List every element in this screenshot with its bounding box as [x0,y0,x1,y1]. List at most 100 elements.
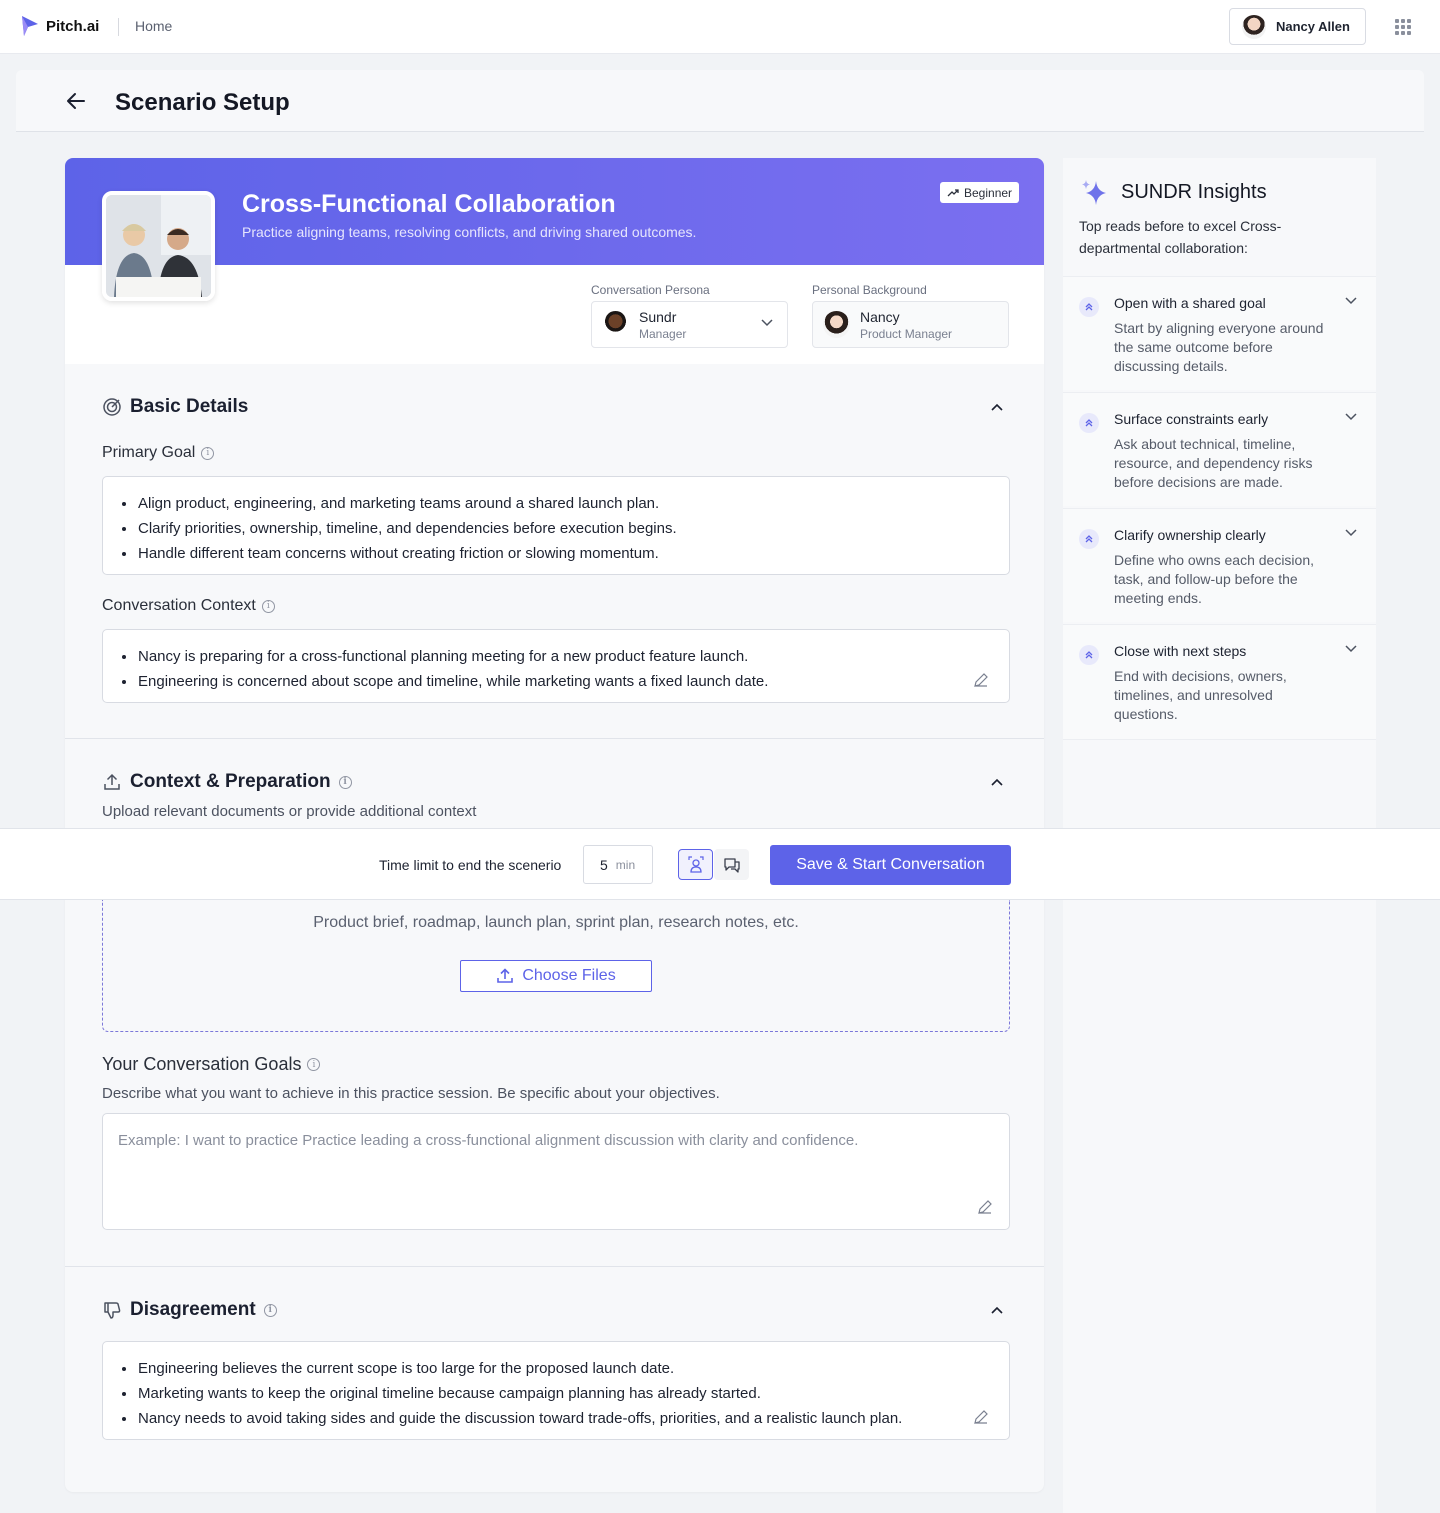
insights-subtitle: Top reads before to excel Cross-departme… [1079,218,1282,256]
chevron-down-icon[interactable] [1345,413,1357,421]
edit-pencil-icon[interactable] [973,672,989,688]
user-menu-button[interactable]: Nancy Allen [1229,8,1366,45]
chevron-down-icon[interactable] [1345,529,1357,537]
chevrons-up-icon [1079,529,1099,549]
list-item: Engineering is concerned about scope and… [121,669,991,694]
disagreement-title: Disagreement [130,1299,256,1320]
sparkle-icon [1082,180,1106,205]
list-item: Engineering believes the current scope i… [121,1356,991,1381]
upload-hint: Product brief, roadmap, launch plan, spr… [313,914,799,931]
conversation-goals-input[interactable]: Example: I want to practice Practice lea… [102,1113,1010,1230]
basic-details-title: Basic Details [130,396,249,417]
insight-item[interactable]: Close with next steps End with decisions… [1063,624,1376,740]
chevrons-up-icon [1079,645,1099,665]
info-icon[interactable]: i [307,1058,321,1071]
personal-background-field: Nancy Product Manager [812,301,1009,348]
save-start-button[interactable]: Save & Start Conversation [770,845,1011,885]
chat-bubble-icon [723,857,740,873]
top-nav: Pitch.ai Home Nancy Allen [0,0,1440,54]
action-bar: Time limit to end the scenerio 5 min Sav… [0,828,1440,900]
insight-item[interactable]: Clarify ownership clearly Define who own… [1063,508,1376,622]
chevron-down-icon[interactable] [1345,645,1357,653]
conversation-persona-select[interactable]: Sundr Manager [591,301,788,348]
chat-mode-button[interactable] [714,849,749,880]
insight-desc: End with decisions, owners, timelines, a… [1114,668,1287,722]
conversation-persona-label: Conversation Persona [591,283,710,297]
insight-desc: Ask about technical, timeline, resource,… [1114,436,1313,490]
goals-placeholder: Example: I want to practice Practice lea… [118,1132,859,1149]
upload-dropzone[interactable]: Product brief, roadmap, launch plan, spr… [102,900,1010,1032]
trending-up-icon [947,188,959,196]
choose-files-button[interactable]: Choose Files [460,960,652,992]
chevrons-up-icon [1079,413,1099,433]
primary-goal-label: Primary Goal i [102,444,215,462]
conversation-goals-label: Your Conversation Goals i [102,1054,321,1075]
insight-item[interactable]: Open with a shared goal Start by alignin… [1063,276,1376,390]
list-item: Align product, engineering, and marketin… [121,491,991,516]
personal-background-label: Personal Background [812,283,927,297]
list-item: Nancy is preparing for a cross-functiona… [121,644,991,669]
pitch-logo-icon [22,16,38,36]
context-prep-header[interactable]: Context & Preparation i [102,771,352,793]
level-label: Beginner [964,185,1013,200]
edit-pencil-icon[interactable] [973,1409,989,1425]
level-badge: Beginner [940,182,1020,203]
user-avatar [1242,14,1266,39]
insights-header: SUNDR Insights [1079,177,1267,207]
time-limit-input[interactable]: 5 min [583,845,653,884]
voice-mode-button[interactable] [678,849,713,880]
upload-icon [104,773,120,790]
chevron-up-icon[interactable] [991,1306,1003,1314]
section-divider [65,1266,1044,1267]
insight-desc: Start by aligning everyone around the sa… [1114,320,1324,374]
chevron-down-icon[interactable] [1345,297,1357,305]
user-name: Nancy Allen [1276,19,1350,34]
primary-goal-field[interactable]: Align product, engineering, and marketin… [102,476,1010,575]
brand-logo[interactable]: Pitch.ai [20,14,99,38]
list-item: Clarify priorities, ownership, timeline,… [121,516,991,541]
disagreement-header[interactable]: Disagreement i [102,1299,277,1321]
target-icon [103,398,121,416]
scenario-title: Cross-Functional Collaboration [242,190,616,218]
scenario-image [102,191,215,301]
background-avatar [823,311,850,338]
insight-desc: Define who owns each decision, task, and… [1114,552,1315,606]
info-icon[interactable]: i [338,775,352,789]
conversation-goals-desc: Describe what you want to achieve in thi… [102,1085,720,1102]
section-divider [65,738,1044,739]
choose-files-label: Choose Files [522,967,616,984]
voice-agent-icon [687,855,704,873]
chevron-up-icon[interactable] [991,403,1003,411]
info-icon[interactable]: i [261,599,275,613]
brand-name: Pitch.ai [46,17,100,35]
scenario-subtitle: Practice aligning teams, resolving confl… [242,224,697,240]
conversation-context-field[interactable]: Nancy is preparing for a cross-functiona… [102,629,1010,703]
chevrons-up-icon [1079,297,1099,317]
context-prep-subtitle: Upload relevant documents or provide add… [102,803,477,820]
time-limit-value: 5 [600,856,608,873]
insight-title: Open with a shared goal [1114,295,1266,311]
context-prep-title: Context & Preparation [130,771,331,792]
info-icon[interactable]: i [263,1303,277,1317]
insight-item[interactable]: Surface constraints early Ask about tech… [1063,392,1376,506]
edit-pencil-icon[interactable] [977,1199,993,1215]
scenario-card: Cross-Functional Collaboration Practice … [65,158,1044,1492]
page-title: Scenario Setup [115,89,290,116]
apps-grid-icon[interactable] [1395,19,1411,35]
insights-title: SUNDR Insights [1121,180,1267,203]
nav-home-link[interactable]: Home [135,18,172,34]
thumbs-down-icon [104,1302,121,1319]
page-header: Scenario Setup [16,70,1424,132]
background-name: Nancy [860,308,900,325]
chevron-up-icon[interactable] [991,778,1003,786]
insight-title: Clarify ownership clearly [1114,527,1266,543]
persona-name: Sundr [639,308,677,325]
info-icon[interactable]: i [201,446,215,460]
time-limit-unit: min [615,857,636,872]
basic-details-header[interactable]: Basic Details [102,396,248,418]
nav-divider [118,18,119,36]
time-limit-label: Time limit to end the scenerio [379,857,562,873]
list-item: Marketing wants to keep the original tim… [121,1381,991,1406]
disagreement-field[interactable]: Engineering believes the current scope i… [102,1341,1010,1440]
back-arrow-icon[interactable] [66,92,86,110]
